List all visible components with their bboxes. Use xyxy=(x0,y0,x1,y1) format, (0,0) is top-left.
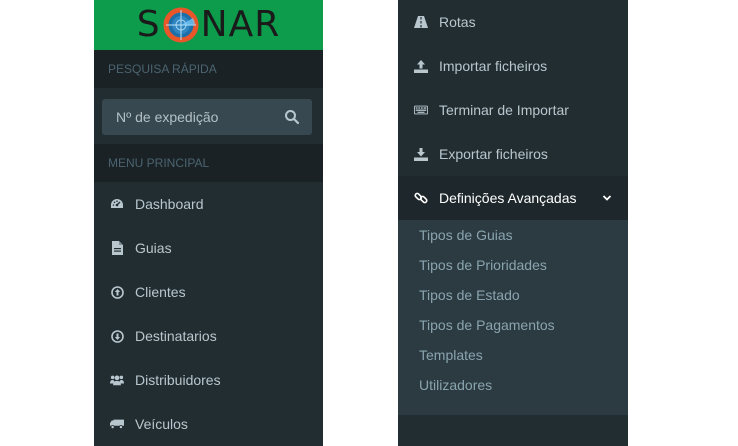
sidebar-item-clientes[interactable]: Clientes xyxy=(94,270,323,314)
definicoes-submenu: Tipos de Guias Tipos de Prioridades Tipo… xyxy=(398,220,628,415)
search-box xyxy=(102,98,312,136)
chevron-down-icon xyxy=(602,193,612,203)
document-icon xyxy=(110,241,124,255)
sidebar-item-destinatarios[interactable]: Destinatarios xyxy=(94,314,323,358)
sidebar-item-importar-ficheiros[interactable]: Importar ficheiros xyxy=(398,44,628,88)
sidebar-item-label: Dashboard xyxy=(135,196,204,212)
logo-letters-after: NAR xyxy=(200,4,281,45)
submenu-item-tipos-de-pagamentos[interactable]: Tipos de Pagamentos xyxy=(398,310,628,340)
main-menu-header: MENU PRINCIPAL xyxy=(94,144,323,182)
sidebar-item-label: Exportar ficheiros xyxy=(439,146,548,162)
truck-icon xyxy=(110,417,124,431)
left-sidebar: S NAR PESQUISA RÁPIDA Nº de expedição ME… xyxy=(94,0,323,446)
search-form xyxy=(94,88,323,144)
sidebar-item-veiculos[interactable]: Veículos xyxy=(94,402,323,446)
sidebar-item-label: Rotas xyxy=(439,14,476,30)
quick-search-header: PESQUISA RÁPIDA xyxy=(94,50,323,88)
radar-logo-icon xyxy=(162,6,200,44)
sidebar-menu: Rotas Importar ficheiros Terminar de Imp… xyxy=(398,0,628,415)
link-icon xyxy=(414,191,428,205)
logo-letters-before: S xyxy=(136,4,161,45)
download-icon xyxy=(414,147,428,161)
sidebar-item-rotas[interactable]: Rotas xyxy=(398,0,628,44)
search-icon[interactable] xyxy=(284,109,300,125)
users-icon xyxy=(110,373,124,387)
sonar-logo[interactable]: S NAR xyxy=(94,0,323,50)
submenu-item-tipos-de-guias[interactable]: Tipos de Guias xyxy=(398,220,628,250)
sidebar-item-label: Importar ficheiros xyxy=(439,58,548,74)
sidebar-item-terminar-importar[interactable]: Terminar de Importar xyxy=(398,88,628,132)
arrow-circle-up-icon xyxy=(110,285,124,299)
submenu-bottom-padding xyxy=(398,400,628,415)
upload-icon xyxy=(414,59,428,73)
shipment-number-search-input[interactable] xyxy=(102,98,288,136)
sidebar-item-guias[interactable]: Guias xyxy=(94,226,323,270)
submenu-item-templates[interactable]: Templates xyxy=(398,340,628,370)
road-icon xyxy=(414,15,428,29)
logo-text: S NAR xyxy=(137,6,280,44)
sidebar-item-label: Terminar de Importar xyxy=(439,102,569,118)
submenu-item-tipos-de-prioridades[interactable]: Tipos de Prioridades xyxy=(398,250,628,280)
arrow-circle-down-icon xyxy=(110,329,124,343)
sidebar-item-label: Definições Avançadas xyxy=(439,190,577,206)
sidebar-item-distribuidores[interactable]: Distribuidores xyxy=(94,358,323,402)
right-sidebar-scrolled: Rotas Importar ficheiros Terminar de Imp… xyxy=(398,0,628,446)
sidebar-item-label: Guias xyxy=(135,240,172,256)
submenu-item-tipos-de-estado[interactable]: Tipos de Estado xyxy=(398,280,628,310)
sidebar-item-exportar-ficheiros[interactable]: Exportar ficheiros xyxy=(398,132,628,176)
sidebar-item-dashboard[interactable]: Dashboard xyxy=(94,182,323,226)
sidebar-item-definicoes-avancadas[interactable]: Definições Avançadas xyxy=(398,176,628,220)
sidebar-item-label: Veículos xyxy=(135,416,188,432)
submenu-item-utilizadores[interactable]: Utilizadores xyxy=(398,370,628,400)
sidebar-item-label: Destinatarios xyxy=(135,328,217,344)
keyboard-icon xyxy=(414,103,428,117)
sidebar-item-label: Clientes xyxy=(135,284,186,300)
dashboard-icon xyxy=(110,197,124,211)
sidebar-item-label: Distribuidores xyxy=(135,372,221,388)
